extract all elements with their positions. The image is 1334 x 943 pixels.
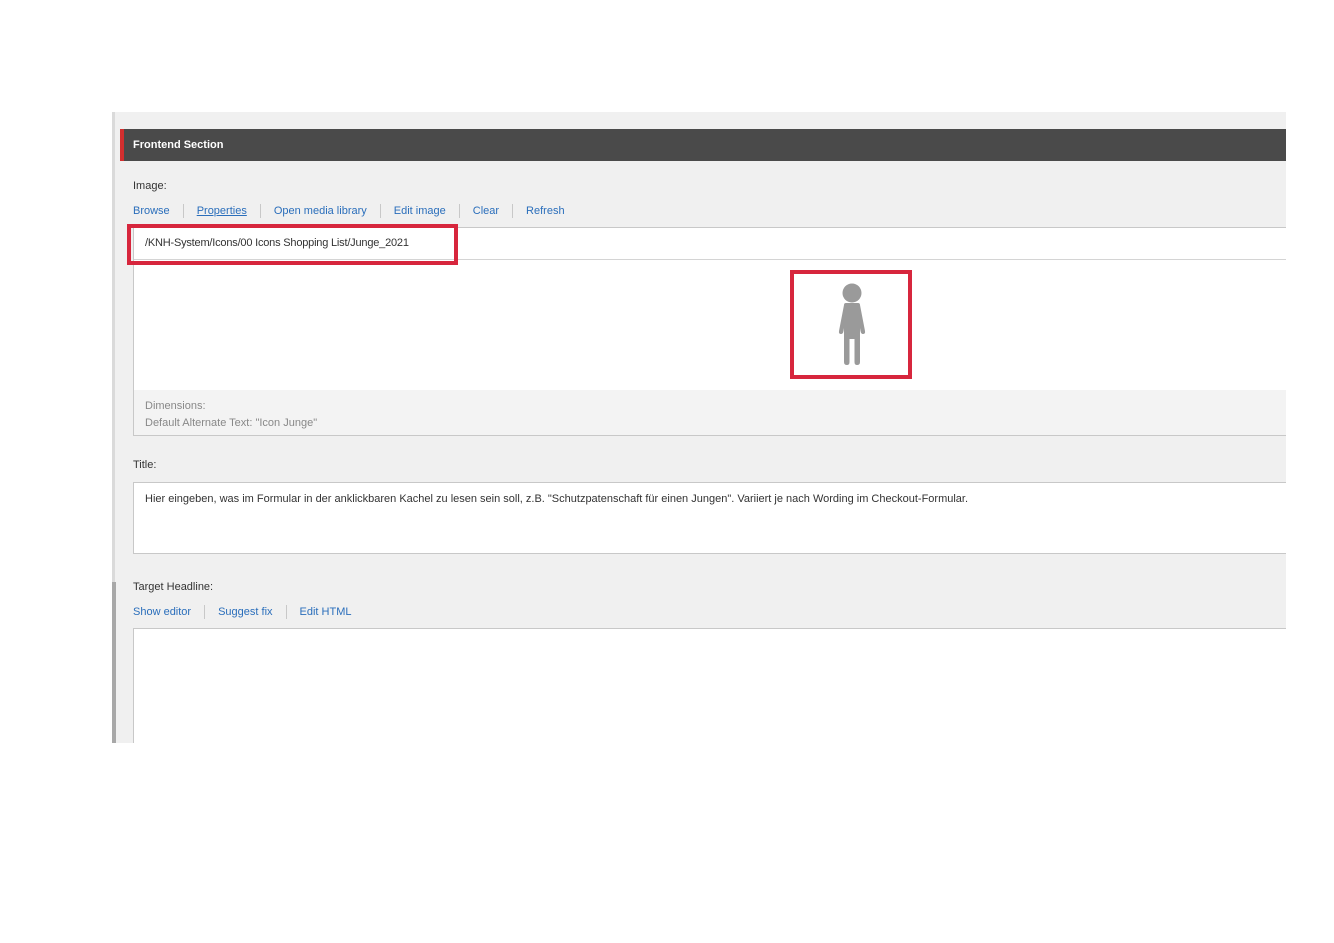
open-media-library-link[interactable]: Open media library <box>274 205 367 217</box>
title-field-label: Title: <box>133 459 157 471</box>
image-action-bar: Browse Properties Open media library Edi… <box>133 204 565 218</box>
person-child-icon <box>838 283 866 365</box>
title-input[interactable]: Hier eingeben, was im Formular in der an… <box>133 482 1286 554</box>
edit-image-link[interactable]: Edit image <box>394 205 446 217</box>
divider <box>458 204 460 218</box>
image-details: Dimensions: Default Alternate Text: "Ico… <box>145 398 317 432</box>
title-value: Hier eingeben, was im Formular in der an… <box>145 493 969 505</box>
image-preview[interactable] <box>134 260 1286 390</box>
image-field-label: Image: <box>133 180 167 192</box>
show-editor-link[interactable]: Show editor <box>133 606 191 618</box>
image-path-row[interactable]: /KNH-System/Icons/00 Icons Shopping List… <box>134 228 1286 260</box>
target-headline-editor[interactable] <box>133 628 1286 743</box>
divider <box>285 605 287 619</box>
divider <box>512 204 514 218</box>
image-path-text: /KNH-System/Icons/00 Icons Shopping List… <box>145 237 409 249</box>
content-editor-panel: Frontend Section Image: Browse Propertie… <box>112 112 1286 743</box>
suggest-fix-link[interactable]: Suggest fix <box>218 606 272 618</box>
headline-action-bar: Show editor Suggest fix Edit HTML <box>133 605 351 619</box>
refresh-link[interactable]: Refresh <box>526 205 565 217</box>
divider <box>259 204 261 218</box>
clear-link[interactable]: Clear <box>473 205 499 217</box>
divider <box>204 605 206 619</box>
alt-text-label: Default Alternate Text: "Icon Junge" <box>145 417 318 429</box>
divider <box>379 204 381 218</box>
edit-html-link[interactable]: Edit HTML <box>300 606 352 618</box>
target-headline-label: Target Headline: <box>133 581 214 593</box>
image-field-box: /KNH-System/Icons/00 Icons Shopping List… <box>133 227 1286 436</box>
properties-link[interactable]: Properties <box>197 205 247 217</box>
divider <box>182 204 184 218</box>
scrollbar-thumb[interactable] <box>112 582 116 743</box>
browse-link[interactable]: Browse <box>133 205 170 217</box>
section-header[interactable]: Frontend Section <box>120 129 1286 161</box>
dimensions-label: Dimensions: <box>145 400 206 412</box>
